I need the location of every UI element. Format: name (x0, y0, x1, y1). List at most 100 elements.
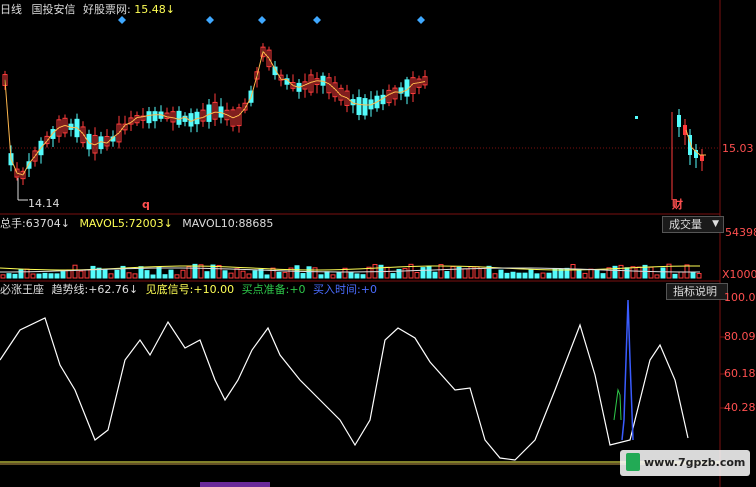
down-arrow-icon: ↓ (163, 217, 173, 230)
down-arrow-icon: ↓ (128, 283, 139, 296)
volume-bar (570, 264, 576, 279)
volume-bar (462, 268, 468, 279)
candle-body (152, 111, 158, 122)
volume-bar (444, 271, 450, 279)
volume-bar (30, 273, 36, 279)
volume-bar (540, 272, 546, 279)
volume-bar (240, 270, 246, 279)
volume-bar (348, 271, 354, 279)
trend-label: 趋势线: (51, 283, 89, 296)
volume-bar (198, 264, 204, 279)
volume-header: 总手:63704↓ MAVOL5:72003↓ MAVOL10:88685 (0, 217, 273, 230)
chart-window: 日线 国投安信 好股票网: 15.48↓ 14.14 15.03 q 财 总手:… (0, 0, 756, 487)
candle-body (356, 97, 362, 116)
volume-bar (252, 270, 258, 279)
volume-bar (426, 265, 432, 279)
vol-label: 总手: (0, 217, 26, 230)
volume-bar (528, 269, 534, 279)
volume-bar (330, 274, 336, 279)
volume-bar (612, 265, 618, 279)
volume-bar (516, 272, 522, 279)
volume-bar (270, 267, 276, 279)
volume-bar (18, 269, 24, 279)
volume-bar (282, 271, 288, 279)
volume-bar (168, 269, 174, 279)
volume-bar (672, 273, 678, 279)
trend-line (0, 317, 689, 461)
volume-bar (228, 272, 234, 279)
mavol5-value: 72003 (128, 217, 164, 230)
volume-axis-unit: X1000 (722, 268, 756, 281)
buy-ready-line (613, 388, 622, 421)
volume-bar (390, 273, 396, 279)
volume-bar (216, 264, 222, 279)
volume-bar (498, 269, 504, 279)
buy-ready-label: 买点准备: (241, 283, 290, 296)
mavol10-label: MAVOL10: (182, 217, 239, 230)
buy-time-value: +0 (360, 283, 377, 296)
volume-bar (222, 270, 228, 279)
volume-bar (690, 272, 696, 279)
volume-bar (480, 267, 486, 279)
volume-bar (162, 274, 168, 279)
volume-bar (450, 266, 456, 279)
candle-body (146, 111, 152, 124)
volume-bar (42, 272, 48, 279)
volume-bar (318, 274, 324, 279)
buy-time-spike (621, 299, 634, 441)
volume-bar (402, 268, 408, 279)
bottom-signal-label: 见底信号: (145, 283, 194, 296)
volume-bar (72, 264, 78, 279)
indicator-axis-80: 80.09 (724, 330, 756, 343)
volume-bar (624, 267, 630, 279)
volume-bar (114, 269, 120, 279)
candle-body (677, 115, 681, 127)
volume-bar (588, 268, 594, 279)
volume-bar (510, 271, 516, 279)
volume-bar (582, 272, 588, 279)
watermark-text: www.7gpzb.com (644, 456, 746, 469)
volume-bar (78, 270, 84, 279)
indicator-header: 必涨王座 趋势线:+62.76↓ 见底信号:+10.00 买点准备:+0 买入时… (0, 283, 377, 296)
price-axis-level: 15.03 (722, 142, 754, 155)
volume-bar (84, 269, 90, 279)
volume-bar (306, 266, 312, 279)
volume-bar (108, 273, 114, 279)
signal-diamond (206, 16, 214, 24)
volume-bar (204, 271, 210, 279)
volume-bar (618, 264, 624, 279)
volume-bar (432, 271, 438, 279)
volume-bar (648, 266, 654, 279)
watermark-logo-icon (626, 453, 640, 471)
volume-dropdown-label: 成交量 (669, 218, 702, 231)
indicator-name: 必涨王座 (0, 283, 44, 296)
volume-bar (0, 274, 6, 279)
volume-bar (300, 273, 306, 279)
volume-bar (324, 271, 330, 279)
watermark-box: www.7gpzb.com (620, 450, 750, 476)
candle-body (206, 104, 212, 122)
volume-bar (48, 273, 54, 279)
volume-bar (246, 273, 252, 279)
volume-bar (12, 273, 18, 279)
volume-bar (36, 273, 42, 279)
down-arrow-icon: ↓ (60, 217, 70, 230)
volume-dropdown[interactable]: 成交量 ▼ (662, 216, 724, 233)
volume-bar (504, 272, 510, 279)
volume-bar (276, 271, 282, 279)
chart-canvas[interactable] (0, 0, 756, 487)
volume-bar (600, 273, 606, 279)
volume-bar (336, 272, 342, 279)
volume-bar (546, 272, 552, 279)
volume-bar (594, 269, 600, 279)
volume-bar (90, 265, 96, 279)
bottom-signal-value: +10.00 (193, 283, 235, 296)
candle-body (176, 110, 182, 125)
mavol10-value: 88685 (238, 217, 274, 230)
volume-bar (312, 267, 318, 279)
volume-bar (144, 270, 150, 279)
volume-bar (576, 268, 582, 279)
indicator-help-button[interactable]: 指标说明 (666, 283, 728, 300)
volume-bar (492, 273, 498, 279)
volume-bar (174, 274, 180, 279)
